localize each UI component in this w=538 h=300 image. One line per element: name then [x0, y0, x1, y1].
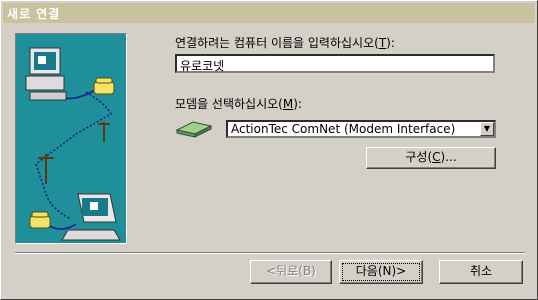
computer-name-label: 연결하려는 컴퓨터 이름을 입력하십시오(T): [175, 36, 395, 50]
computer-name-input[interactable]: 유로코넷 [175, 54, 495, 73]
divider [15, 252, 525, 254]
window-title: 새로 연결 [7, 7, 61, 21]
modem-select-value: ActionTec ComNet (Modem Interface) [231, 122, 456, 136]
modem-select[interactable]: ActionTec ComNet (Modem Interface) ▼ [226, 120, 496, 138]
modem-label: 모뎀을 선택하십시오(M): [175, 97, 302, 111]
new-connection-dialog: 새로 연결 연결하려는 컴퓨터 이름을 입력하십시오(T): 유로코넷 모뎀을 … [0, 0, 538, 300]
cancel-button[interactable]: 취소 [439, 260, 523, 284]
next-button[interactable]: 다음(N)> [339, 260, 423, 284]
modem-icon [175, 121, 213, 138]
connection-illustration [15, 33, 127, 244]
back-button[interactable]: <뒤로(B) [250, 260, 332, 284]
chevron-down-icon[interactable]: ▼ [480, 122, 494, 136]
network-illustration-icon [25, 47, 121, 241]
title-bar[interactable]: 새로 연결 [3, 3, 535, 23]
configure-button[interactable]: 구성(C)... [366, 147, 496, 169]
